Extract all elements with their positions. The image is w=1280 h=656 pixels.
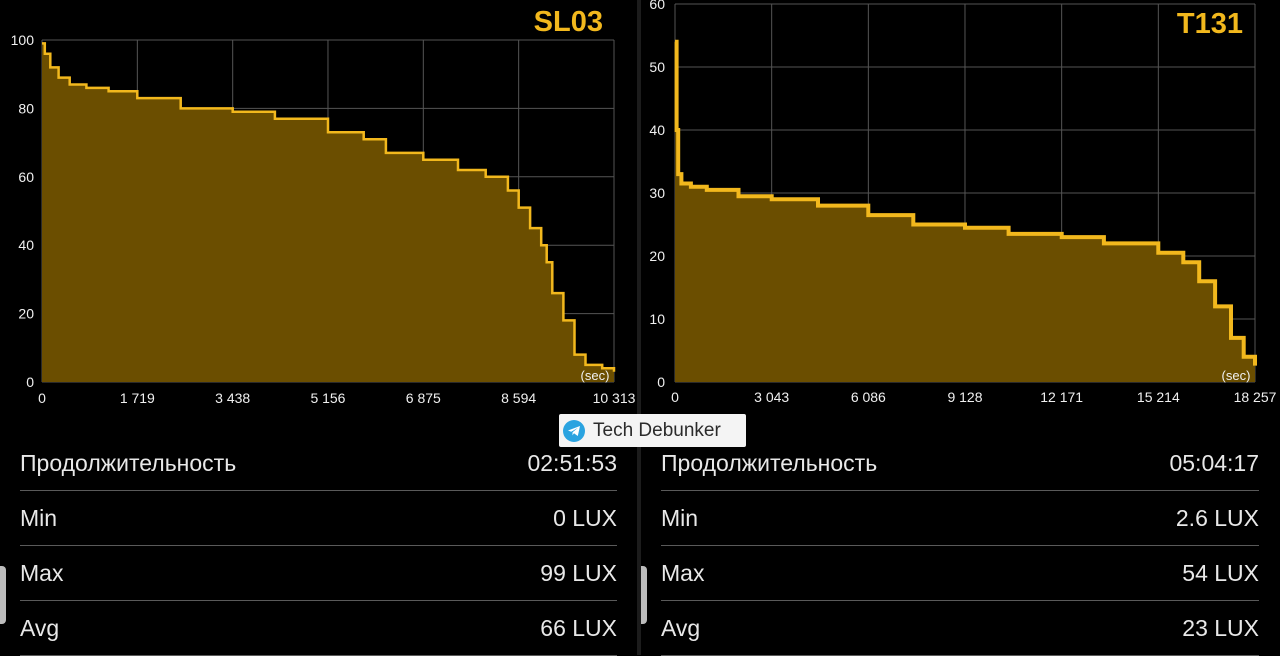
stat-label: Max <box>661 559 705 586</box>
stat-label: Min <box>20 504 58 531</box>
stat-label: Max <box>20 559 64 586</box>
stat-row-max: Max 99 LUX <box>20 546 617 601</box>
y-tick-label: 0 <box>26 374 34 390</box>
stat-value: 05:04:17 <box>1169 450 1259 476</box>
panel-sl03: 0 20 40 60 80 100 0 1 719 3 438 5 156 6 875 8 594 10… <box>0 0 637 656</box>
stat-row-avg: Avg 23 LUX <box>661 601 1259 656</box>
y-tick-label: 0 <box>657 374 665 390</box>
stat-row-min: Min 2.6 LUX <box>661 491 1259 546</box>
stats-list-sl03: Продолжительность 02:51:53 Min 0 LUX Max… <box>20 437 617 656</box>
stat-label: Avg <box>661 614 701 641</box>
right-panel-edge-handle[interactable] <box>641 566 647 624</box>
telegram-icon <box>563 419 585 442</box>
y-tick-label: 20 <box>18 306 34 322</box>
x-unit-label: (sec) <box>1222 368 1251 383</box>
stat-label: Продолжительность <box>20 450 237 476</box>
stat-row-duration: Продолжительность 05:04:17 <box>661 437 1259 491</box>
x-tick-label: 10 313 <box>593 390 636 406</box>
stat-value: 2.6 LUX <box>1175 504 1259 531</box>
y-tick-label: 100 <box>11 32 35 48</box>
stat-label: Min <box>661 504 699 531</box>
x-tick-label: 6 086 <box>851 389 886 405</box>
y-tick-label: 40 <box>649 122 665 138</box>
x-tick-label: 3 043 <box>754 389 789 405</box>
stat-value: 23 LUX <box>1182 614 1259 641</box>
stat-value: 54 LUX <box>1182 559 1259 586</box>
y-tick-label: 30 <box>649 185 665 201</box>
y-tick-label: 50 <box>649 59 665 75</box>
chart-title: T131 <box>1177 8 1243 40</box>
y-tick-label: 40 <box>18 237 34 253</box>
stat-value: 66 LUX <box>540 614 617 641</box>
stat-label: Avg <box>20 614 60 641</box>
stats-list-t131: Продолжительность 05:04:17 Min 2.6 LUX M… <box>661 437 1259 656</box>
stat-value: 99 LUX <box>540 559 617 586</box>
panel-t131: 0 10 20 30 40 50 60 0 3 043 6 086 9 128 12 171 15 21… <box>641 0 1280 656</box>
y-tick-label: 80 <box>18 100 34 116</box>
y-tick-label: 10 <box>649 311 665 327</box>
stat-value: 02:51:53 <box>527 450 617 476</box>
y-tick-label: 60 <box>18 169 34 185</box>
x-tick-label: 0 <box>38 390 46 406</box>
stat-row-min: Min 0 LUX <box>20 491 617 546</box>
watermark-text: Tech Debunker <box>593 419 721 441</box>
stat-label: Продолжительность <box>661 450 878 476</box>
chart-title: SL03 <box>534 6 603 38</box>
y-tick-label: 20 <box>649 248 665 264</box>
left-edge-handle[interactable] <box>0 566 6 624</box>
stat-value: 0 LUX <box>553 504 617 531</box>
x-tick-label: 8 594 <box>501 390 536 406</box>
stat-row-max: Max 54 LUX <box>661 546 1259 601</box>
x-tick-label: 12 171 <box>1040 389 1083 405</box>
x-unit-label: (sec) <box>581 368 610 383</box>
x-tick-label: 5 156 <box>310 390 345 406</box>
stat-row-duration: Продолжительность 02:51:53 <box>20 437 617 491</box>
x-tick-label: 3 438 <box>215 390 250 406</box>
y-tick-label: 60 <box>649 0 665 12</box>
x-tick-label: 1 719 <box>120 390 155 406</box>
chart-sl03: 0 20 40 60 80 100 0 1 719 3 438 5 156 6 875 8 594 10… <box>11 6 636 406</box>
x-tick-label: 15 214 <box>1137 389 1180 405</box>
x-tick-label: 18 257 <box>1234 389 1277 405</box>
x-tick-label: 6 875 <box>406 390 441 406</box>
x-tick-label: 9 128 <box>947 389 982 405</box>
chart-t131: 0 10 20 30 40 50 60 0 3 043 6 086 9 128 12 171 15 21… <box>649 0 1277 405</box>
x-tick-label: 0 <box>671 389 679 405</box>
stat-row-avg: Avg 66 LUX <box>20 601 617 656</box>
watermark-badge: Tech Debunker <box>559 414 746 447</box>
